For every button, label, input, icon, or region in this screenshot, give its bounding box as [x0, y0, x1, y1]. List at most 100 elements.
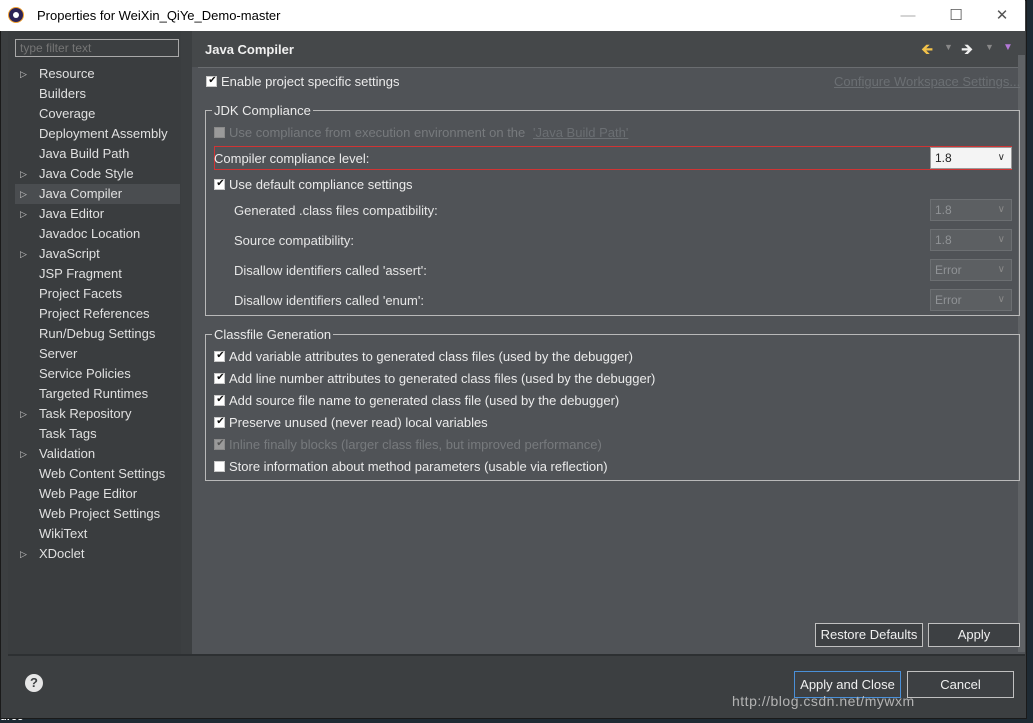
tree-item[interactable]: Javadoc Location: [15, 224, 180, 244]
minimize-button[interactable]: —: [885, 0, 931, 31]
tree-item-label: Web Page Editor: [39, 486, 138, 501]
footer-divider: [8, 654, 1025, 656]
expand-arrow-icon[interactable]: ▷: [20, 164, 27, 184]
compliance-level-label: Compiler compliance level:: [214, 151, 370, 166]
tree-item[interactable]: ▷ Resource: [15, 64, 180, 84]
restore-defaults-button[interactable]: Restore Defaults: [815, 623, 923, 647]
tree-item[interactable]: Deployment Assembly: [15, 124, 180, 144]
tree-item[interactable]: ▷ Java Compiler: [15, 184, 180, 204]
jdk-setting-label: Disallow identifiers called 'assert':: [234, 263, 427, 278]
help-icon[interactable]: ?: [25, 674, 43, 692]
tree-item-label: Java Code Style: [39, 166, 134, 181]
jdk-setting-value: 1.8: [935, 233, 952, 247]
tree-item-label: JavaScript: [39, 246, 100, 261]
tree-item[interactable]: ▷ Task Repository: [15, 404, 180, 424]
tree-item[interactable]: Project References: [15, 304, 180, 324]
jdk-compliance-title: JDK Compliance: [212, 103, 313, 118]
jdk-setting-select[interactable]: Error ∨: [930, 259, 1012, 281]
chevron-down-icon: ∨: [997, 152, 1005, 163]
expand-arrow-icon[interactable]: ▷: [20, 204, 27, 224]
tree-item-label: Run/Debug Settings: [39, 326, 156, 341]
panel-splitter[interactable]: [184, 31, 191, 654]
classfile-option-checkbox[interactable]: [214, 373, 226, 384]
classfile-option-checkbox[interactable]: [214, 439, 226, 450]
tree-item[interactable]: Java Build Path: [15, 144, 180, 164]
watermark-text: http://blog.csdn.net/mywxm: [732, 693, 915, 709]
tree-item-label: Service Policies: [39, 366, 131, 381]
chevron-down-icon: ∨: [997, 204, 1005, 215]
classfile-option-label: Inline finally blocks (larger class file…: [229, 437, 602, 452]
forward-history-dropdown-icon[interactable]: ▼: [985, 42, 994, 52]
tree-item-label: JSP Fragment: [39, 266, 122, 281]
classfile-option-checkbox[interactable]: [214, 461, 225, 472]
tree-item-label: Builders: [39, 86, 86, 101]
enable-project-specific-label: Enable project specific settings: [221, 74, 400, 89]
tree-item[interactable]: Task Tags: [15, 424, 180, 444]
classfile-option-checkbox[interactable]: [214, 351, 226, 362]
tree-item[interactable]: Web Page Editor: [15, 484, 180, 504]
tree-item-label: Web Project Settings: [39, 506, 161, 521]
tree-item[interactable]: JSP Fragment: [15, 264, 180, 284]
tree-item[interactable]: Targeted Runtimes: [15, 384, 180, 404]
enable-project-specific-checkbox[interactable]: [206, 76, 218, 87]
tree-item[interactable]: Server: [15, 344, 180, 364]
tree-item[interactable]: WikiText: [15, 524, 180, 544]
tree-item-label: Task Tags: [39, 426, 97, 441]
forward-arrow-icon[interactable]: 🡺: [961, 39, 973, 64]
tree-item[interactable]: Web Content Settings: [15, 464, 180, 484]
expand-arrow-icon[interactable]: ▷: [20, 184, 27, 204]
tree-item[interactable]: ▷ Java Editor: [15, 204, 180, 224]
view-menu-icon[interactable]: ▼: [1003, 42, 1013, 53]
tree-item-label: Task Repository: [39, 406, 132, 421]
jdk-setting-select[interactable]: 1.8 ∨: [930, 229, 1012, 251]
title-bar: Properties for WeiXin_QiYe_Demo-master —…: [0, 0, 1025, 31]
expand-arrow-icon[interactable]: ▷: [20, 244, 27, 264]
classfile-option-label: Store information about method parameter…: [229, 459, 608, 474]
tree-item[interactable]: Coverage: [15, 104, 180, 124]
cancel-button[interactable]: Cancel: [907, 671, 1014, 698]
back-arrow-icon[interactable]: 🡸: [921, 39, 933, 64]
chevron-down-icon: ∨: [997, 234, 1005, 245]
close-button[interactable]: ✕: [979, 0, 1025, 31]
classfile-option-checkbox[interactable]: [214, 417, 226, 428]
tree-item[interactable]: Project Facets: [15, 284, 180, 304]
compliance-level-value: 1.8: [935, 151, 952, 165]
jdk-setting-value: Error: [935, 263, 962, 277]
jdk-setting-label: Disallow identifiers called 'enum':: [234, 293, 424, 308]
window-title: Properties for WeiXin_QiYe_Demo-master: [37, 8, 281, 23]
tree-item-label: Validation: [39, 446, 96, 461]
tree-item[interactable]: ▷ Java Code Style: [15, 164, 180, 184]
back-history-dropdown-icon[interactable]: ▼: [944, 42, 953, 52]
tree-item-label: Java Editor: [39, 206, 105, 221]
tree-item[interactable]: Service Policies: [15, 364, 180, 384]
tree-item-label: XDoclet: [39, 546, 85, 561]
expand-arrow-icon[interactable]: ▷: [20, 64, 27, 84]
jdk-setting-label: Generated .class files compatibility:: [234, 203, 438, 218]
tree-item[interactable]: Web Project Settings: [15, 504, 180, 524]
use-env-compliance-checkbox[interactable]: [214, 127, 225, 138]
expand-arrow-icon[interactable]: ▷: [20, 404, 27, 424]
expand-arrow-icon[interactable]: ▷: [20, 544, 27, 564]
use-default-compliance-checkbox[interactable]: [214, 179, 226, 190]
tree-item[interactable]: Builders: [15, 84, 180, 104]
jdk-setting-select[interactable]: Error ∨: [930, 289, 1012, 311]
use-default-compliance-label: Use default compliance settings: [229, 177, 413, 192]
jdk-setting-value: 1.8: [935, 203, 952, 217]
configure-workspace-settings-link[interactable]: Configure Workspace Settings...: [834, 74, 1020, 89]
apply-button[interactable]: Apply: [928, 623, 1020, 647]
compliance-level-select[interactable]: 1.8 ∨: [930, 147, 1012, 169]
classfile-option-checkbox[interactable]: [214, 395, 226, 406]
tree-item[interactable]: Run/Debug Settings: [15, 324, 180, 344]
tree-item-label: Resource: [39, 66, 95, 81]
filter-input[interactable]: [15, 39, 179, 57]
tree-item-label: Project References: [39, 306, 150, 321]
expand-arrow-icon[interactable]: ▷: [20, 444, 27, 464]
maximize-button[interactable]: ☐: [933, 0, 979, 31]
tree-item-label: Server: [39, 346, 78, 361]
tree-item[interactable]: ▷ JavaScript: [15, 244, 180, 264]
jdk-setting-select[interactable]: 1.8 ∨: [930, 199, 1012, 221]
tree-item[interactable]: ▷ XDoclet: [15, 544, 180, 564]
java-build-path-link[interactable]: 'Java Build Path': [533, 125, 628, 140]
page-title: Java Compiler: [205, 42, 294, 57]
tree-item[interactable]: ▷ Validation: [15, 444, 180, 464]
